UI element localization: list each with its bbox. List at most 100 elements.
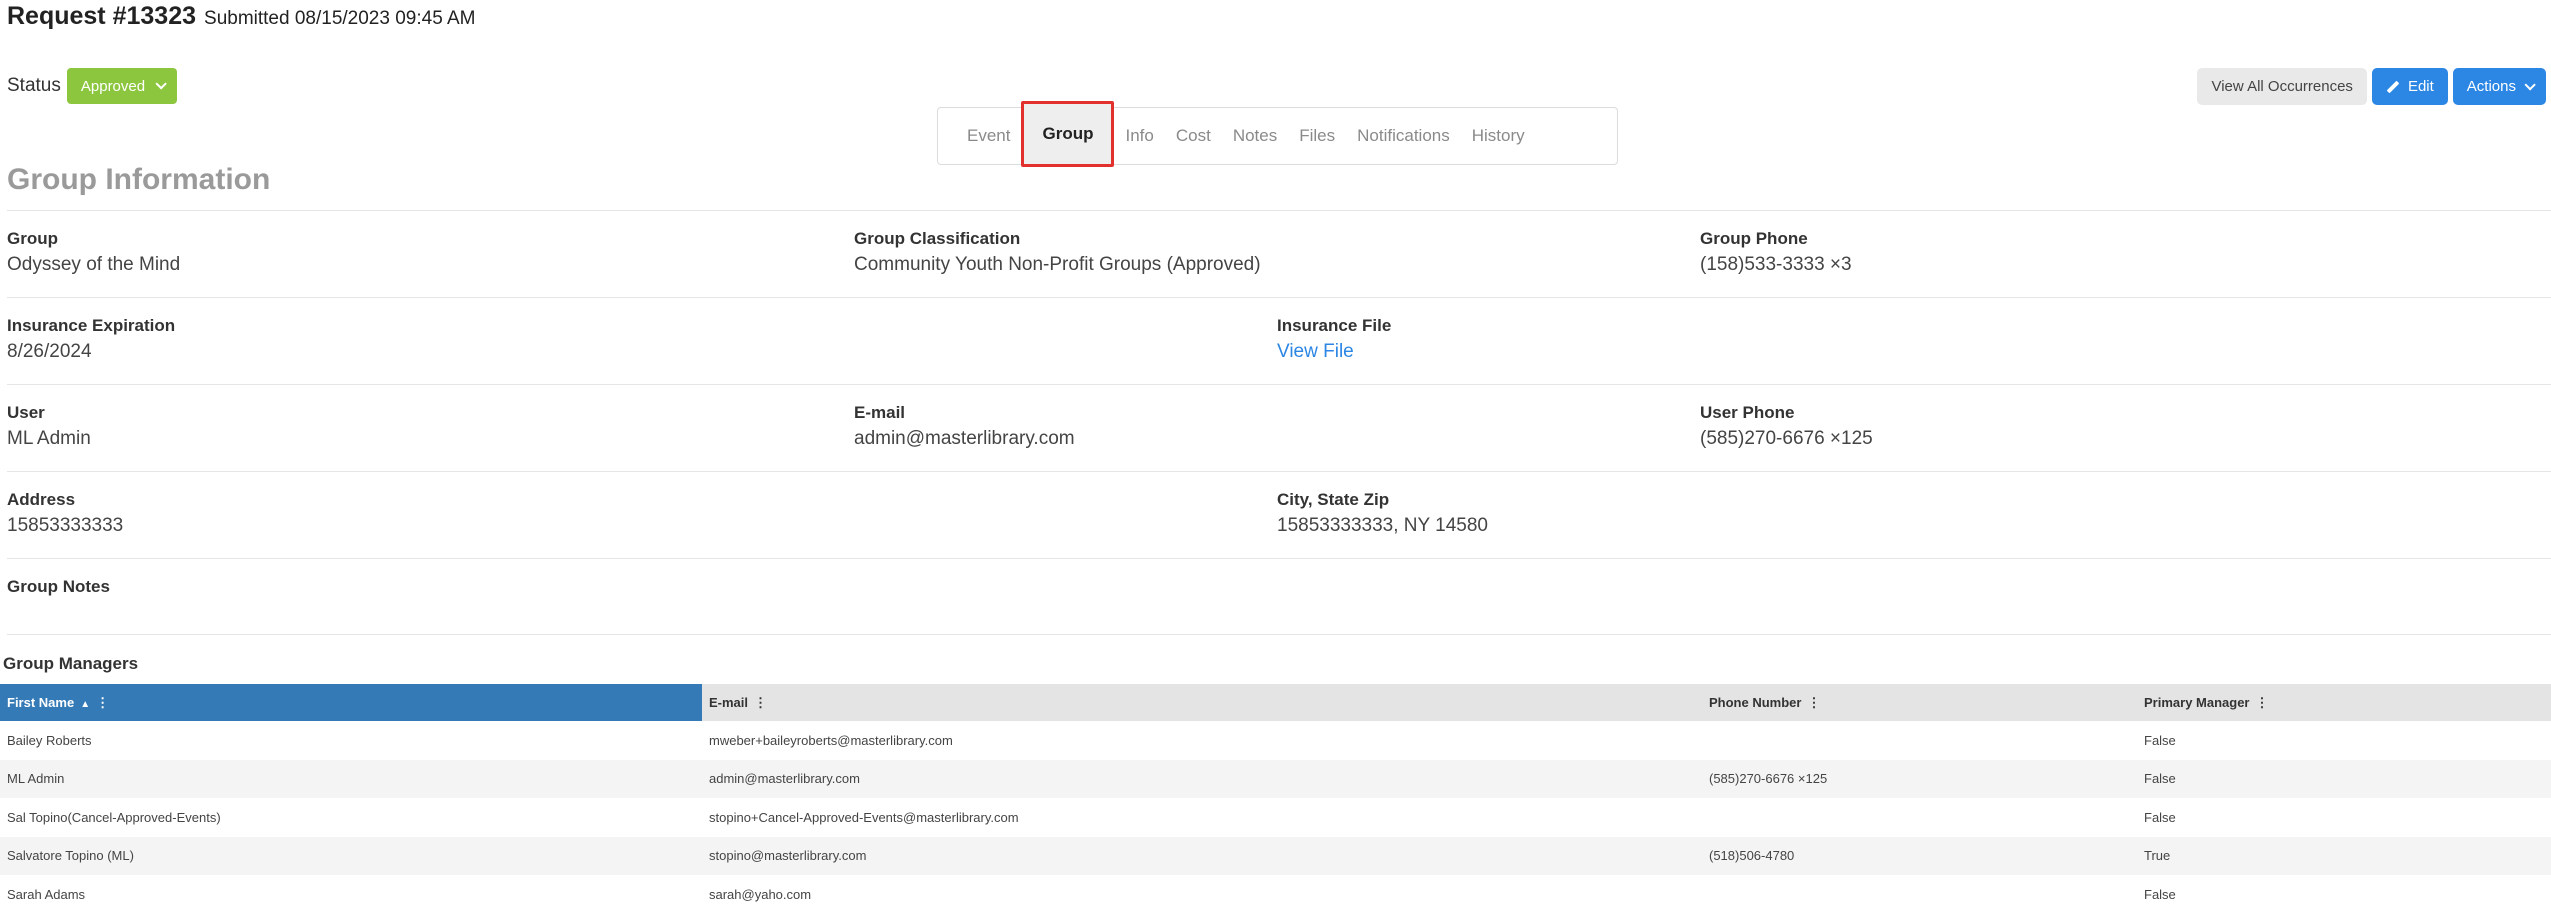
actions-button[interactable]: Actions bbox=[2452, 68, 2546, 105]
field-label: Group Classification bbox=[854, 229, 1021, 248]
field-value: ML Admin bbox=[7, 428, 91, 449]
column-label: E-mail bbox=[709, 694, 749, 710]
field-label: Insurance File bbox=[1277, 316, 1392, 335]
field-label: Group Notes bbox=[7, 577, 110, 596]
chevron-down-icon bbox=[155, 78, 167, 90]
field-label: Address bbox=[7, 490, 76, 509]
field-label: User Phone bbox=[1700, 403, 1795, 422]
column-header-email[interactable]: E-mail ⋮ bbox=[702, 684, 1702, 721]
field-user-phone: User Phone (585)270-6676 ×125 bbox=[1700, 403, 1873, 450]
view-file-link[interactable]: View File bbox=[1277, 341, 1391, 363]
field-label: Group bbox=[7, 229, 58, 248]
field-group-notes: Group Notes bbox=[7, 577, 110, 602]
request-title: Request #13323 bbox=[7, 2, 197, 30]
cell-primary: False bbox=[2144, 732, 2176, 748]
table-row[interactable]: Sal Topino(Cancel-Approved-Events) stopi… bbox=[0, 798, 2551, 837]
status-label: Status bbox=[7, 75, 61, 96]
tab-bar: Event Group Info Cost Notes Files Notifi… bbox=[937, 101, 1618, 167]
field-user: User ML Admin bbox=[7, 403, 91, 450]
field-value: admin@masterlibrary.com bbox=[854, 428, 1075, 449]
field-value: Community Youth Non-Profit Groups (Appro… bbox=[854, 254, 1261, 275]
column-label: Phone Number bbox=[1709, 694, 1802, 710]
cell-email: mweber+baileyroberts@masterlibrary.com bbox=[709, 732, 953, 748]
field-address: Address 15853333333 bbox=[7, 490, 123, 537]
cell-phone: (585)270-6676 ×125 bbox=[1702, 759, 2137, 798]
group-managers-title: Group Managers bbox=[3, 654, 139, 673]
column-menu-icon[interactable]: ⋮ bbox=[754, 695, 767, 711]
column-menu-icon[interactable]: ⋮ bbox=[2256, 695, 2269, 711]
field-group-classification: Group Classification Community Youth Non… bbox=[854, 229, 1261, 276]
tab-info[interactable]: Info bbox=[1114, 108, 1164, 164]
divider bbox=[7, 297, 2551, 298]
divider bbox=[7, 384, 2551, 385]
field-value: 15853333333, NY 14580 bbox=[1277, 515, 1488, 536]
divider bbox=[7, 634, 2551, 635]
divider bbox=[7, 471, 2551, 472]
top-actions: View All Occurrences Edit Actions bbox=[2197, 68, 2546, 105]
field-label: City, State Zip bbox=[1277, 490, 1390, 509]
cell-primary: False bbox=[2137, 759, 2551, 798]
column-menu-icon[interactable]: ⋮ bbox=[96, 695, 109, 711]
cell-primary: False bbox=[2144, 886, 2176, 902]
section-title: Group Information bbox=[7, 163, 271, 196]
column-header-first-name[interactable]: First Name ▲ ⋮ bbox=[0, 684, 702, 721]
edit-label: Edit bbox=[2407, 78, 2434, 95]
field-group-phone: Group Phone (158)533-3333 ×3 bbox=[1700, 229, 1852, 276]
tab-group[interactable]: Group bbox=[1021, 101, 1115, 167]
tab-cost[interactable]: Cost bbox=[1165, 108, 1222, 164]
divider bbox=[7, 558, 2551, 559]
cell-primary: True bbox=[2137, 836, 2551, 875]
cell-email: stopino+Cancel-Approved-Events@masterlib… bbox=[709, 809, 1019, 825]
field-insurance-file: Insurance File View File bbox=[1277, 316, 1391, 363]
table-row[interactable]: Bailey Roberts mweber+baileyroberts@mast… bbox=[0, 721, 2551, 760]
field-label: E-mail bbox=[854, 403, 906, 422]
cell-email: sarah@yaho.com bbox=[709, 886, 812, 902]
cell-email: stopino@masterlibrary.com bbox=[702, 836, 1702, 875]
view-all-label: View All Occurrences bbox=[2211, 78, 2353, 95]
field-label: Group Phone bbox=[1700, 229, 1808, 248]
view-all-occurrences-button[interactable]: View All Occurrences bbox=[2197, 68, 2367, 105]
field-email: E-mail admin@masterlibrary.com bbox=[854, 403, 1075, 450]
column-header-primary-manager[interactable]: Primary Manager ⋮ bbox=[2137, 684, 2551, 721]
tab-event[interactable]: Event bbox=[956, 108, 1021, 164]
field-value: 15853333333 bbox=[7, 515, 124, 536]
divider bbox=[7, 210, 2551, 211]
table-header-row: First Name ▲ ⋮ E-mail ⋮ Phone Number ⋮ Prima… bbox=[0, 684, 2551, 721]
cell-phone bbox=[1702, 875, 2137, 913]
sort-ascending-icon[interactable]: ▲ bbox=[80, 699, 90, 710]
cell-first-name: Bailey Roberts bbox=[7, 732, 92, 748]
cell-email: admin@masterlibrary.com bbox=[702, 759, 1702, 798]
table-row[interactable]: Salvatore Topino (ML) stopino@masterlibr… bbox=[0, 836, 2551, 875]
column-menu-icon[interactable]: ⋮ bbox=[1807, 695, 1820, 711]
actions-label: Actions bbox=[2466, 78, 2516, 95]
page-header: Request #13323 Submitted 08/15/2023 09:4… bbox=[7, 2, 476, 31]
tab-notifications[interactable]: Notifications bbox=[1346, 108, 1461, 164]
field-value: (585)270-6676 ×125 bbox=[1700, 428, 1873, 449]
field-value: Odyssey of the Mind bbox=[7, 254, 181, 275]
field-label: Insurance Expiration bbox=[7, 316, 176, 335]
tab-history[interactable]: History bbox=[1461, 108, 1536, 164]
pencil-icon bbox=[2386, 80, 2400, 93]
status-dropdown[interactable]: Approved bbox=[66, 68, 178, 104]
cell-first-name: Sal Topino(Cancel-Approved-Events) bbox=[7, 809, 221, 825]
table-row[interactable]: Sarah Adams sarah@yaho.com False bbox=[0, 875, 2551, 913]
cell-phone bbox=[1702, 721, 2137, 760]
chevron-down-icon bbox=[2524, 78, 2536, 91]
cell-first-name: Sarah Adams bbox=[7, 886, 86, 902]
field-label: User bbox=[7, 403, 45, 422]
group-managers-table: First Name ▲ ⋮ E-mail ⋮ Phone Number ⋮ Prima… bbox=[0, 684, 2551, 913]
submitted-date: Submitted 08/15/2023 09:45 AM bbox=[204, 8, 476, 29]
table-row[interactable]: ML Admin admin@masterlibrary.com (585)27… bbox=[0, 759, 2551, 798]
status-value: Approved bbox=[80, 77, 146, 95]
field-value: 8/26/2024 bbox=[7, 341, 92, 362]
edit-button[interactable]: Edit bbox=[2371, 68, 2448, 105]
tab-notes[interactable]: Notes bbox=[1222, 108, 1288, 164]
cell-primary: False bbox=[2144, 809, 2176, 825]
tab-files[interactable]: Files bbox=[1288, 108, 1346, 164]
status-row: Status Approved bbox=[7, 68, 178, 104]
column-label: Primary Manager bbox=[2144, 694, 2250, 710]
column-label: First Name bbox=[7, 694, 75, 710]
column-header-phone-number[interactable]: Phone Number ⋮ bbox=[1702, 684, 2137, 721]
field-value: (158)533-3333 ×3 bbox=[1700, 254, 1852, 275]
field-group: Group Odyssey of the Mind bbox=[7, 229, 180, 276]
